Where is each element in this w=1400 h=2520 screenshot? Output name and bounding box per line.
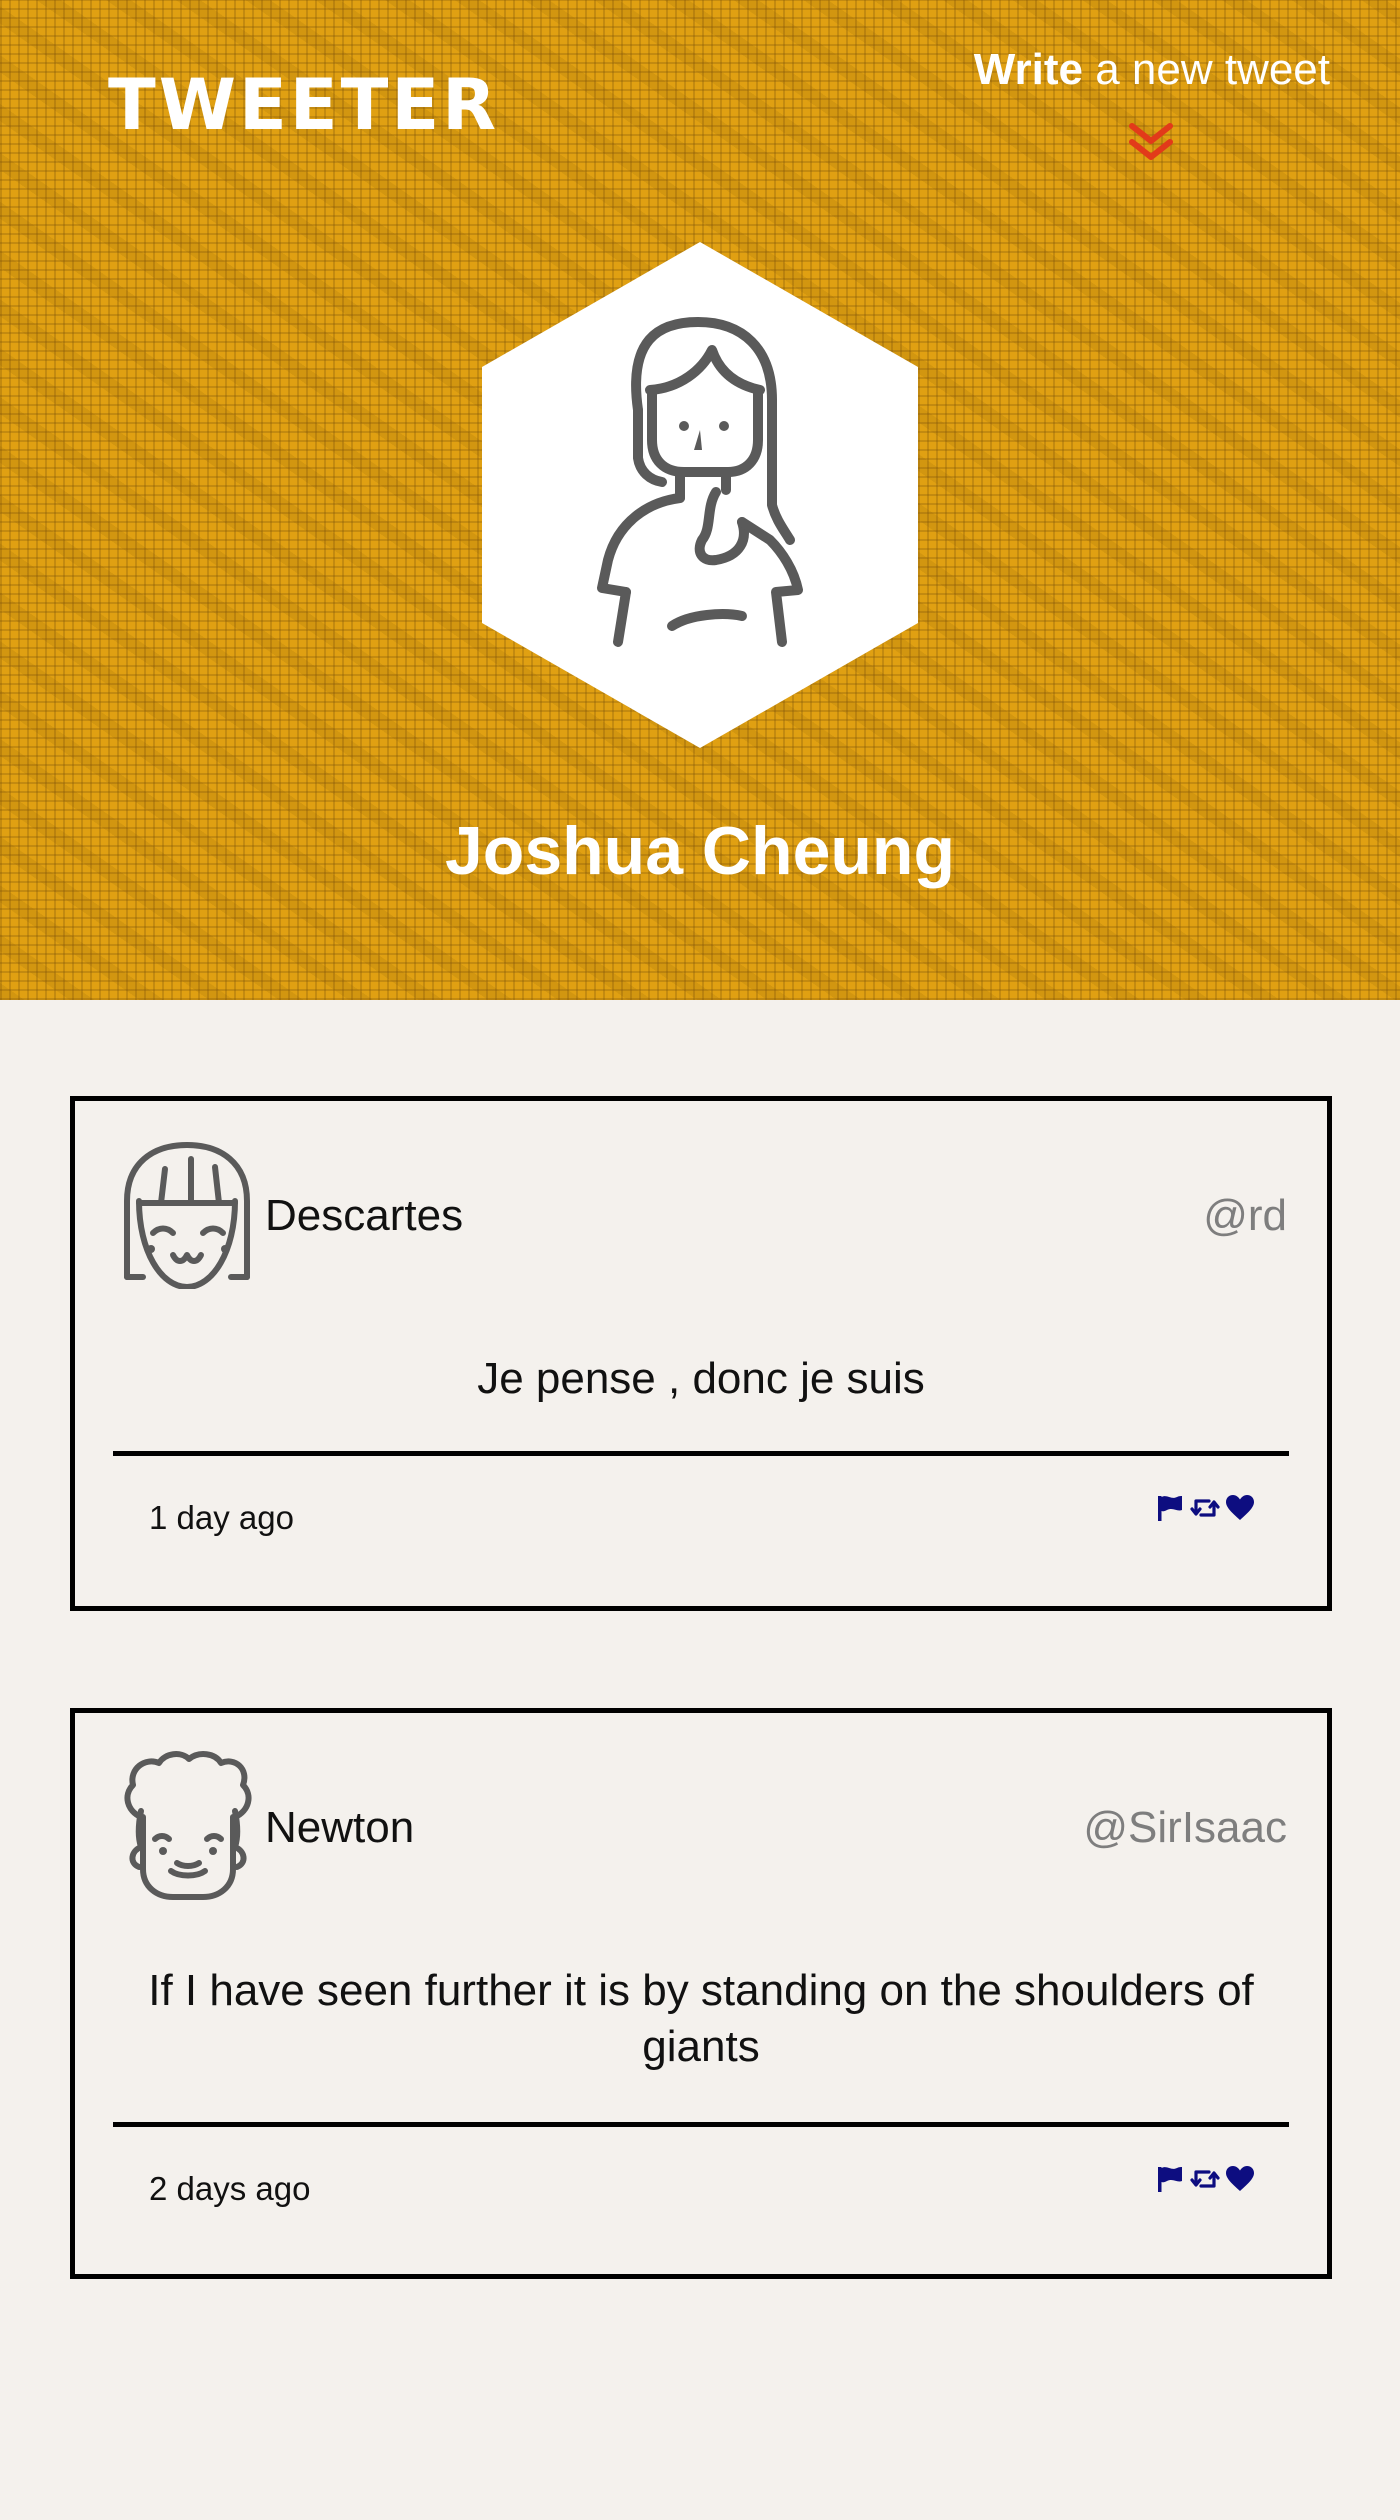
tweet-actions: [1155, 2164, 1255, 2194]
profile-header: TWEETER Write a new tweet Joshua Cheung: [0, 0, 1400, 1000]
retweet-icon[interactable]: [1190, 1493, 1220, 1523]
heart-icon[interactable]: [1225, 1493, 1255, 1523]
tweet-card: Descartes @rd Je pense , donc je suis 1 …: [70, 1096, 1332, 1611]
flag-icon[interactable]: [1155, 2164, 1185, 2194]
woman-avatar-icon: [482, 242, 918, 748]
tweet-content: Je pense , donc je suis: [477, 1354, 925, 1403]
compose-label: a new tweet: [1082, 45, 1330, 94]
tweet-handle[interactable]: @rd: [1203, 1191, 1287, 1241]
curly-hair-avatar-icon: [124, 1751, 252, 1900]
write-tweet-link[interactable]: Write a new tweet: [974, 45, 1330, 95]
tweet-card: Newton @SirIsaac If I have seen further …: [70, 1708, 1332, 2279]
tweet-author[interactable]: Descartes: [265, 1191, 463, 1241]
retweet-icon[interactable]: [1190, 2164, 1220, 2194]
tweet-divider: [113, 1451, 1289, 1456]
profile-name: Joshua Cheung: [444, 813, 956, 889]
tweet-divider: [113, 2122, 1289, 2127]
tweet-timestamp: 1 day ago: [149, 1499, 294, 1536]
compose-bold-label: Write: [973, 45, 1083, 94]
flag-icon[interactable]: [1155, 1493, 1185, 1523]
tweet-content: If I have seen further it is by standing…: [148, 1966, 1254, 2071]
tweet-actions: [1155, 1493, 1255, 1523]
double-chevron-down-icon[interactable]: [1126, 120, 1176, 164]
tweet-author[interactable]: Newton: [265, 1803, 414, 1853]
profile-avatar: [480, 240, 920, 750]
girl-bangs-avatar-icon: [124, 1142, 250, 1289]
heart-icon[interactable]: [1225, 2164, 1255, 2194]
app-logo[interactable]: TWEETER: [108, 70, 499, 140]
tweet-timestamp: 2 days ago: [149, 2170, 311, 2207]
tweet-handle[interactable]: @SirIsaac: [1083, 1803, 1287, 1853]
